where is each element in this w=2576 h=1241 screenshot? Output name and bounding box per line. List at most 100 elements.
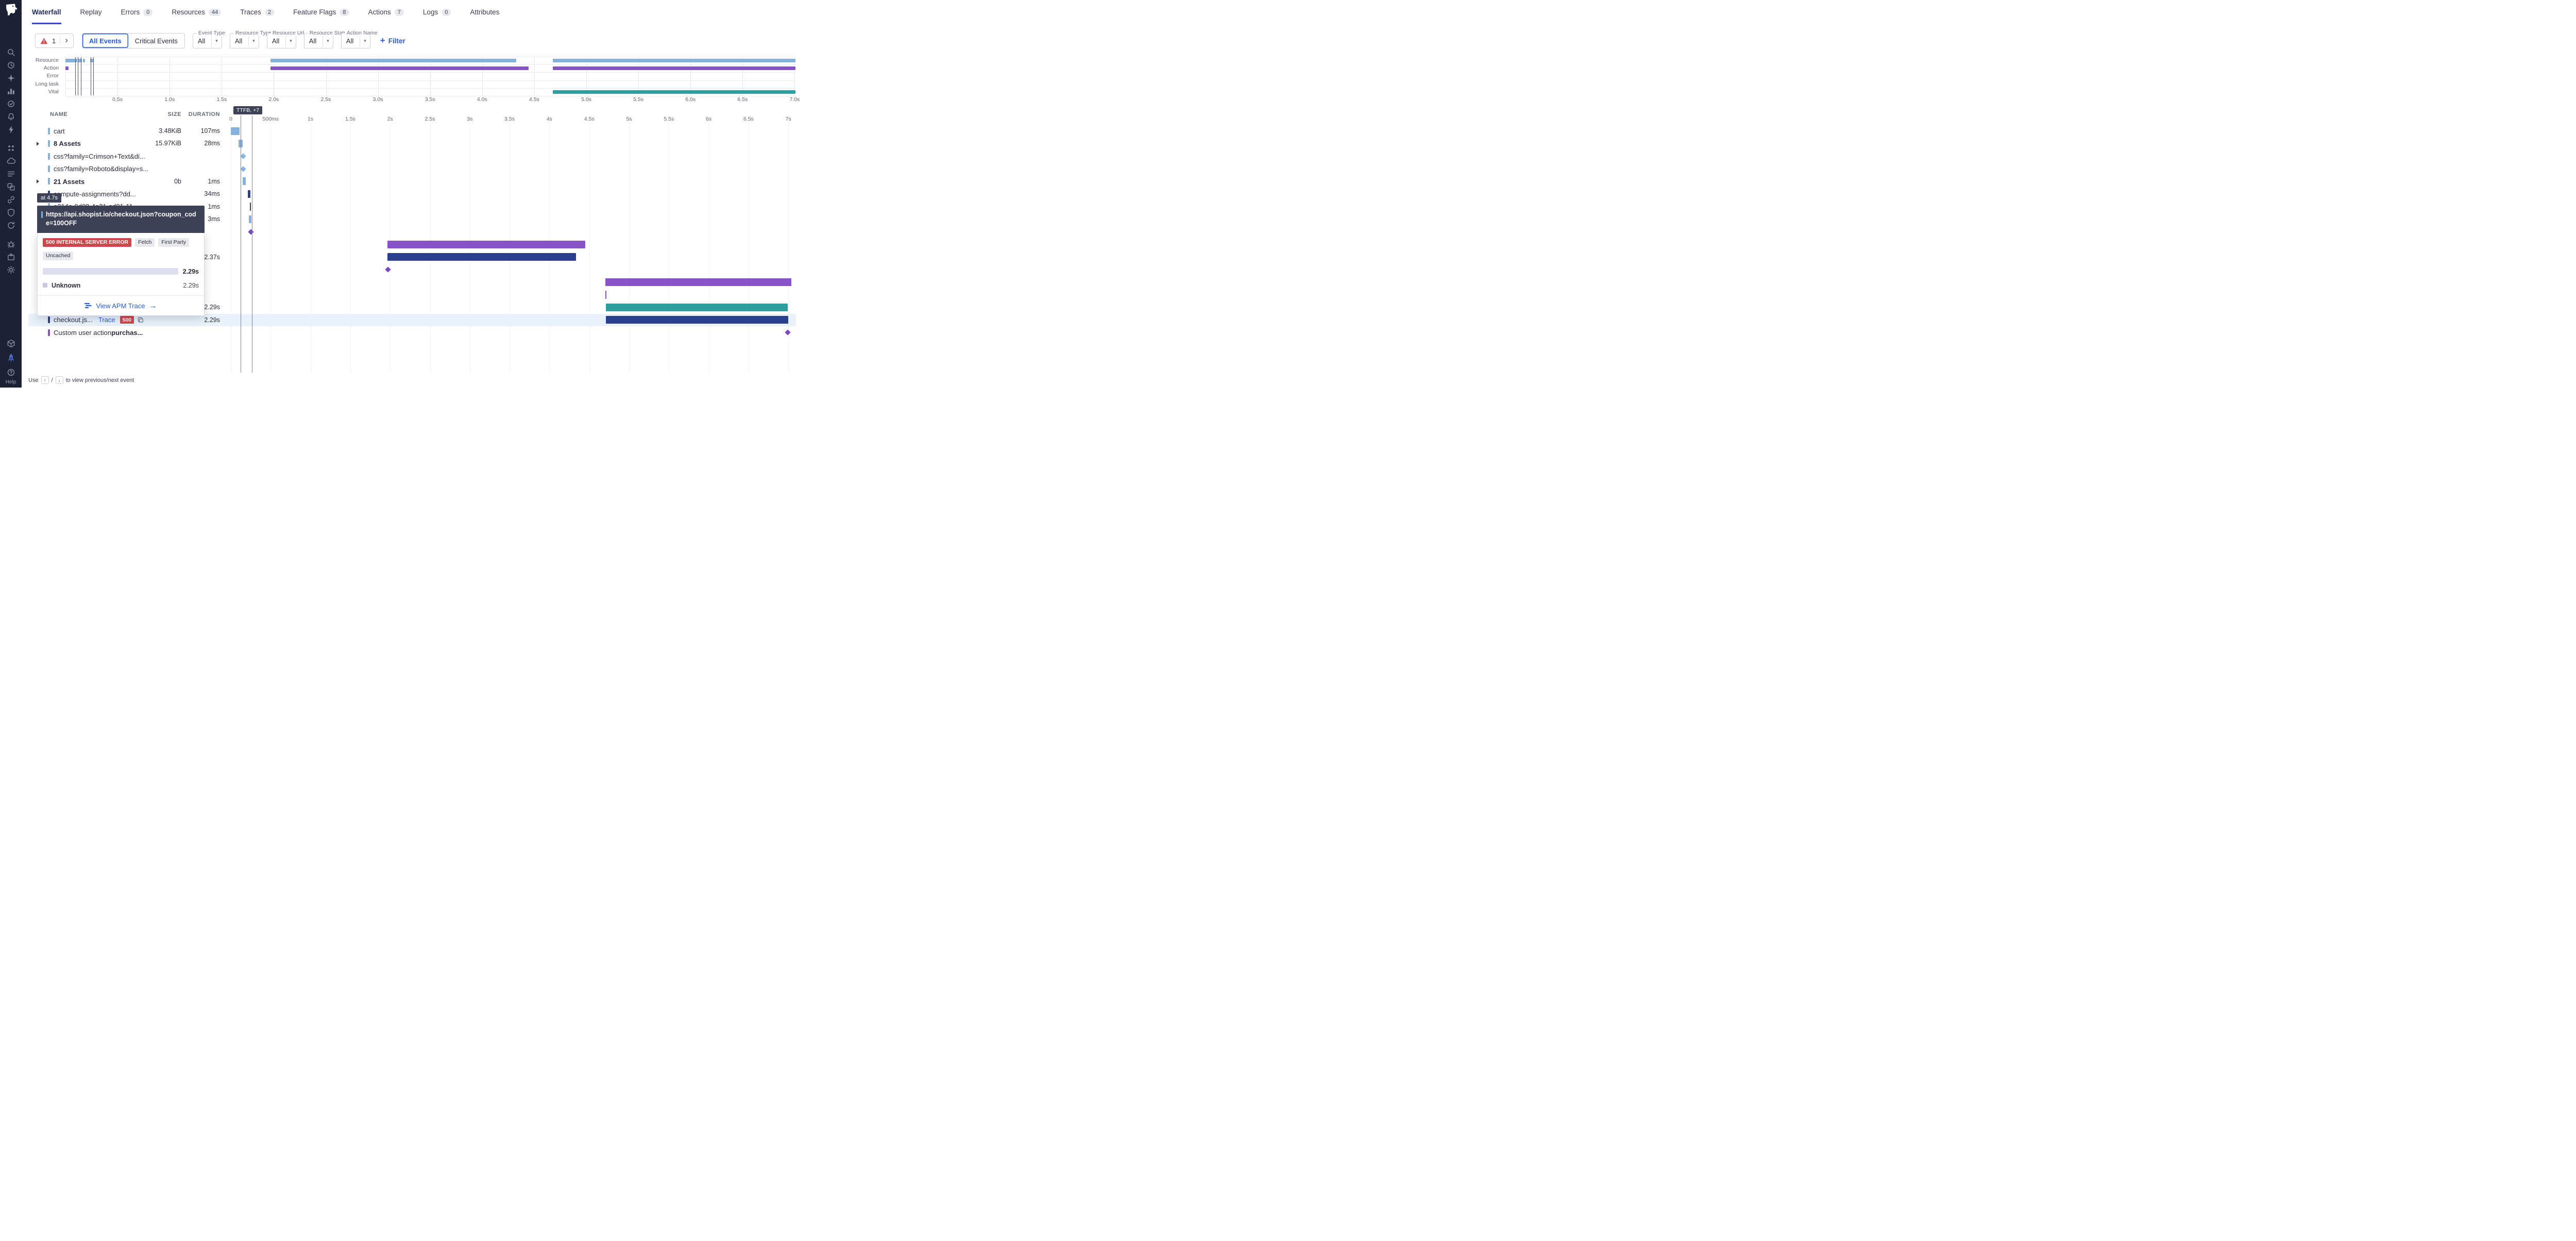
waterfall-bar[interactable] <box>231 127 240 135</box>
tab-label: Actions <box>368 8 391 16</box>
session-waterfall-app: Help WaterfallReplayErrors0Resources44Tr… <box>0 0 812 388</box>
event-diamond-marker[interactable] <box>785 330 791 336</box>
event-scope-segmented-control: All EventsCritical Events <box>82 33 185 48</box>
shield-icon[interactable] <box>4 206 18 219</box>
filter-resource-status[interactable]: Resource StatusAll▾ <box>304 33 333 48</box>
datadog-logo-icon[interactable] <box>4 3 18 17</box>
waterfall-bar[interactable] <box>249 215 251 223</box>
puzzle-icon[interactable] <box>4 250 18 263</box>
history-icon[interactable] <box>4 59 18 72</box>
link-icon[interactable] <box>4 193 18 206</box>
waterfall-row[interactable]: 21 Assets0b1ms <box>28 175 796 188</box>
waterfall-bar[interactable] <box>606 316 788 324</box>
rocket-icon[interactable] <box>4 351 18 364</box>
tab-waterfall[interactable]: Waterfall <box>32 0 61 24</box>
bell-icon[interactable] <box>4 110 18 123</box>
list-icon[interactable] <box>4 167 18 180</box>
waterfall-row[interactable]: 8 Assets15.97KiB28ms <box>28 137 796 149</box>
timeline-axis: 0.5s1.0s1.5s2.0s2.5s3.0s3.5s4.0s4.5s5.0s… <box>65 96 795 104</box>
tab-replay[interactable]: Replay <box>80 0 102 24</box>
waterfall-bar[interactable] <box>605 278 792 286</box>
plus-icon: + <box>380 36 385 46</box>
waterfall-bar[interactable] <box>243 177 246 185</box>
sync-icon[interactable] <box>4 219 18 232</box>
squares-icon[interactable] <box>4 180 18 193</box>
waterfall-axis-label: 3.5s <box>504 116 515 122</box>
row-duration: 1ms <box>175 175 220 188</box>
expand-chevron-icon[interactable] <box>37 142 39 146</box>
grid-dots-icon[interactable] <box>4 142 18 155</box>
arrow-right-icon: → <box>149 301 157 310</box>
sparkles-icon[interactable] <box>4 72 18 85</box>
tab-resources[interactable]: Resources44 <box>172 0 221 24</box>
event-diamond-marker[interactable] <box>248 229 253 234</box>
row-name: css?family=Roboto&display=s... <box>54 162 148 175</box>
search-icon[interactable] <box>4 46 18 59</box>
ttfb-marker-label[interactable]: TTFB, +7 <box>233 106 262 114</box>
check-circle-icon[interactable] <box>4 97 18 110</box>
filter-event-type[interactable]: Event TypeAll▾ <box>193 33 222 48</box>
tab-count-badge: 0 <box>442 9 451 16</box>
filter-value: All <box>309 37 316 45</box>
bug-icon[interactable] <box>4 238 18 250</box>
tab-errors[interactable]: Errors0 <box>121 0 153 24</box>
row-name: 8 Assets <box>54 137 81 149</box>
segment-critical-events[interactable]: Critical Events <box>128 33 184 48</box>
cloud-icon[interactable] <box>4 155 18 167</box>
column-header-name[interactable]: NAME <box>50 111 67 118</box>
legend-swatch <box>43 283 47 288</box>
filter-resource-url[interactable]: Resource UrlAll▾ <box>267 33 296 48</box>
filter-resource-type[interactable]: Resource TypeAll▾ <box>230 33 259 48</box>
event-diamond-marker[interactable] <box>240 153 246 159</box>
copy-icon[interactable] <box>138 317 144 323</box>
filter-dropdowns: Event TypeAll▾ Resource TypeAll▾ Resource … <box>193 33 370 48</box>
segment-all-events[interactable]: All Events <box>82 33 128 48</box>
next-error-button[interactable]: › <box>64 36 69 46</box>
waterfall-axis-label: 1.5s <box>345 116 355 122</box>
waterfall-row[interactable]: css?family=Crimson+Text&di... <box>28 150 796 162</box>
bar-chart-icon[interactable] <box>4 85 18 97</box>
event-diamond-marker[interactable] <box>385 266 391 272</box>
tab-feature-flags[interactable]: Feature Flags8 <box>293 0 349 24</box>
timeline-overview-bar <box>83 59 85 62</box>
add-filter-button[interactable]: + Filter <box>380 36 405 46</box>
gear-icon[interactable] <box>4 263 18 276</box>
filter-label: Action Name <box>345 30 379 36</box>
hint-prefix: Use <box>28 377 39 383</box>
tab-traces[interactable]: Traces2 <box>240 0 274 24</box>
tab-count-badge: 0 <box>143 9 152 16</box>
lightning-icon[interactable] <box>4 123 18 136</box>
timeline-overview-chart[interactable] <box>65 57 795 96</box>
waterfall-row[interactable]: cart3.48KiB107ms <box>28 125 796 137</box>
event-diamond-marker[interactable] <box>240 166 246 172</box>
waterfall-row[interactable]: Custom user action purchas... <box>28 326 796 339</box>
timeline-gridline <box>482 57 483 96</box>
trace-link[interactable]: Trace <box>98 316 115 324</box>
waterfall-axis-label: 0 <box>229 116 232 122</box>
column-header-duration[interactable]: DURATION <box>175 111 220 118</box>
waterfall-row[interactable]: css?family=Roboto&display=s... <box>28 162 796 175</box>
toolbar: 1 › All EventsCritical Events Event Type… <box>35 32 405 49</box>
cube-icon[interactable] <box>4 337 18 350</box>
warning-triangle-icon <box>40 38 48 44</box>
help-icon[interactable] <box>4 366 18 379</box>
view-apm-trace-button[interactable]: View APM Trace → <box>43 296 199 310</box>
tab-actions[interactable]: Actions7 <box>368 0 404 24</box>
tab-attributes[interactable]: Attributes <box>470 0 499 24</box>
timeline-axis-label: 2.0s <box>268 96 279 103</box>
waterfall-bar[interactable] <box>387 241 585 248</box>
waterfall-bar[interactable] <box>387 253 576 261</box>
tab-logs[interactable]: Logs0 <box>423 0 451 24</box>
row-name-text: 21 Assets <box>54 178 84 186</box>
waterfall-bar[interactable] <box>248 190 250 198</box>
event-type-icon <box>48 153 50 160</box>
expand-chevron-icon[interactable] <box>37 179 39 183</box>
tab-count-badge: 2 <box>265 9 274 16</box>
tab-label: Waterfall <box>32 8 61 16</box>
tab-label: Replay <box>80 8 102 16</box>
event-type-icon <box>48 178 50 185</box>
filter-action-name[interactable]: Action NameAll▾ <box>341 33 370 48</box>
row-name: 21 Assets <box>54 175 84 188</box>
row-name-text: css?family=Roboto&display=s... <box>54 165 148 173</box>
waterfall-bar[interactable] <box>606 304 788 311</box>
